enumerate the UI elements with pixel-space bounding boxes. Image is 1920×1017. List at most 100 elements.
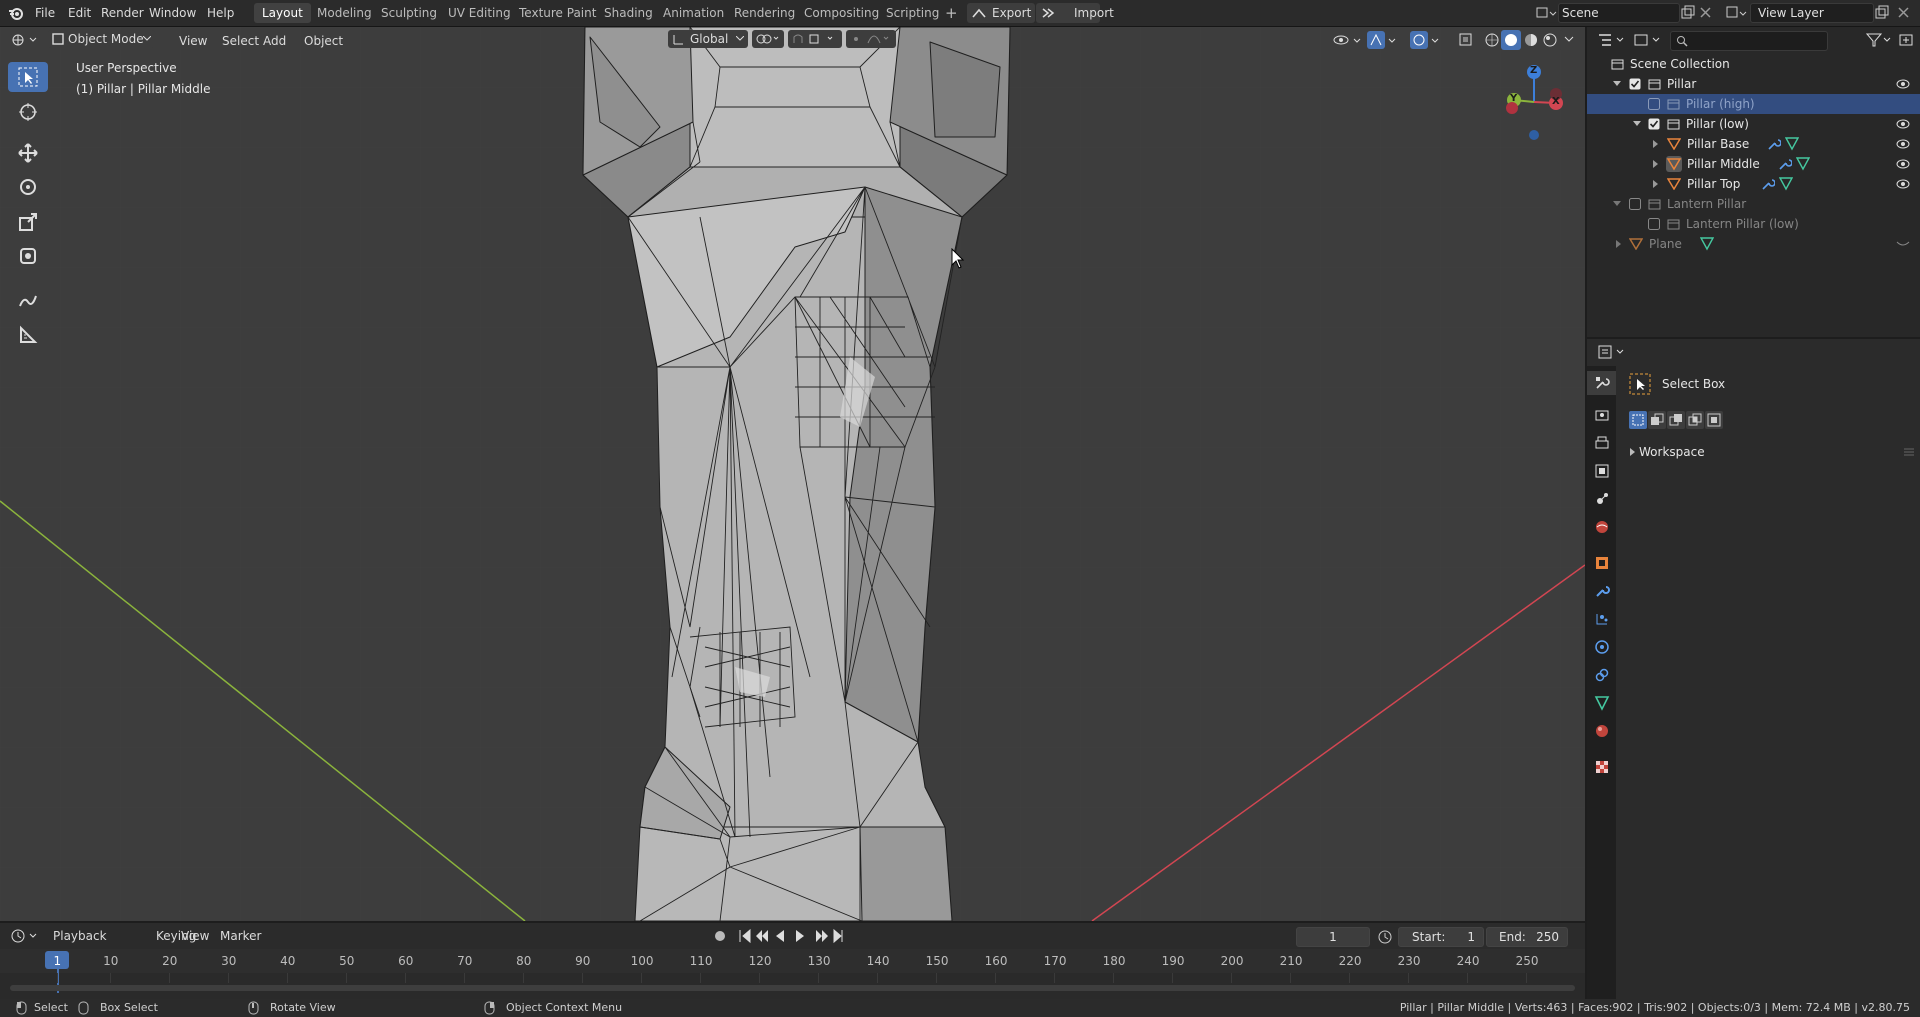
checkbox-unchecked-icon[interactable] bbox=[1629, 198, 1641, 210]
outliner-row-pillar-base[interactable]: Pillar Base bbox=[1587, 134, 1920, 154]
extend-selection-icon[interactable] bbox=[1648, 411, 1666, 429]
tab-texture-paint[interactable]: Texture Paint bbox=[511, 3, 604, 23]
output-properties-icon[interactable] bbox=[1594, 435, 1610, 451]
overlays-toggle-icon[interactable] bbox=[1410, 31, 1444, 49]
mesh-data-icon[interactable] bbox=[1779, 177, 1793, 191]
measure-tool[interactable] bbox=[8, 320, 48, 350]
texture-properties-icon[interactable] bbox=[1594, 759, 1610, 775]
snap-dropdown[interactable] bbox=[788, 30, 842, 48]
playback-controls[interactable] bbox=[738, 928, 848, 944]
properties-editor-type-icon[interactable] bbox=[1597, 344, 1627, 360]
pivot-point-dropdown[interactable] bbox=[752, 30, 784, 48]
outliner-row-pillar-low[interactable]: Pillar (low) bbox=[1587, 114, 1920, 134]
timeline-scrollbar[interactable] bbox=[10, 985, 1575, 991]
scale-tool[interactable] bbox=[8, 207, 48, 237]
expand-arrow-icon[interactable] bbox=[1613, 81, 1621, 87]
workspace-panel-header[interactable]: Workspace bbox=[1639, 445, 1705, 459]
object-mode-dropdown[interactable]: Object Mode bbox=[48, 30, 155, 48]
checkbox-checked-icon[interactable] bbox=[1648, 118, 1660, 130]
blender-logo-icon[interactable] bbox=[8, 5, 24, 21]
tab-rendering[interactable]: Rendering bbox=[726, 3, 803, 23]
tab-shading[interactable]: Shading bbox=[596, 3, 661, 23]
menu-help[interactable]: Help bbox=[201, 4, 240, 22]
checkbox-unchecked-icon[interactable] bbox=[1648, 98, 1660, 110]
tab-tool[interactable] bbox=[1587, 371, 1616, 395]
mesh-data-icon[interactable] bbox=[1700, 237, 1714, 251]
world-properties-icon[interactable] bbox=[1594, 519, 1610, 535]
expand-arrow-right-icon[interactable] bbox=[1653, 180, 1659, 188]
eye-icon[interactable] bbox=[1896, 158, 1910, 170]
viewport-menu-object[interactable]: Object bbox=[299, 32, 348, 50]
scene-properties-icon[interactable] bbox=[1594, 491, 1610, 507]
menu-file[interactable]: File bbox=[29, 4, 61, 22]
xray-toggle-icon[interactable] bbox=[1458, 31, 1474, 49]
cursor-tool[interactable] bbox=[8, 97, 48, 127]
mesh-data-icon[interactable] bbox=[1796, 157, 1810, 171]
record-icon[interactable] bbox=[712, 928, 728, 944]
shading-options-chevron-icon[interactable] bbox=[1564, 36, 1574, 44]
tab-layout[interactable]: Layout bbox=[254, 3, 311, 23]
outliner-row-lantern-pillar-low[interactable]: Lantern Pillar (low) bbox=[1587, 214, 1920, 234]
outliner-row-lantern-pillar[interactable]: Lantern Pillar bbox=[1587, 194, 1920, 214]
new-collection-icon[interactable] bbox=[1898, 32, 1914, 48]
wireframe-shading-icon[interactable] bbox=[1484, 32, 1500, 48]
delete-view-layer-icon[interactable] bbox=[1896, 5, 1912, 21]
scene-name-field[interactable]: Scene bbox=[1558, 3, 1680, 23]
viewport-3d[interactable] bbox=[0, 27, 1585, 921]
proportional-edit-dropdown[interactable] bbox=[846, 30, 896, 48]
panel-collapse-arrow-icon[interactable] bbox=[1629, 447, 1637, 457]
start-frame-field[interactable]: Start: 1 bbox=[1398, 927, 1484, 947]
export-button[interactable]: Export bbox=[967, 3, 1035, 23]
solid-shading-icon[interactable] bbox=[1501, 30, 1521, 50]
menu-window[interactable]: Window bbox=[143, 4, 202, 22]
view-layer-field[interactable]: View Layer bbox=[1750, 3, 1874, 23]
expand-arrow-right-icon[interactable] bbox=[1653, 140, 1659, 148]
display-mode-icon[interactable] bbox=[1633, 32, 1663, 48]
gizmo-toggle-icon[interactable] bbox=[1367, 31, 1401, 49]
tab-sculpting[interactable]: Sculpting bbox=[373, 3, 445, 23]
add-workspace-button[interactable]: + bbox=[937, 3, 966, 23]
viewport-menu-view[interactable]: View bbox=[174, 32, 212, 50]
timeline-editor-type-icon[interactable] bbox=[10, 928, 40, 944]
timeline-menu-playback[interactable]: Playback bbox=[48, 927, 112, 945]
outliner-search-input[interactable] bbox=[1670, 31, 1828, 51]
modifier-wrench-icon[interactable] bbox=[1778, 157, 1792, 171]
particle-properties-icon[interactable] bbox=[1594, 611, 1610, 627]
outliner-row-pillar-middle[interactable]: Pillar Middle bbox=[1587, 154, 1920, 174]
annotate-tool[interactable] bbox=[8, 285, 48, 315]
expand-arrow-icon[interactable] bbox=[1633, 121, 1641, 127]
frame-ruler[interactable]: 1 10 20 30 40 50 60 70 80 90 100 110 120 130 140 150 160… bbox=[0, 949, 1585, 973]
constraint-properties-icon[interactable] bbox=[1594, 667, 1610, 683]
hidden-eye-icon[interactable] bbox=[1896, 241, 1910, 249]
scene-icon[interactable] bbox=[1536, 5, 1558, 21]
modifier-wrench-icon[interactable] bbox=[1767, 137, 1781, 151]
viewport-menu-add[interactable]: Add bbox=[258, 32, 291, 50]
outliner-row-pillar[interactable]: Pillar bbox=[1587, 74, 1920, 94]
data-properties-icon[interactable] bbox=[1594, 695, 1610, 711]
outliner-editor-type-icon[interactable] bbox=[1597, 32, 1627, 48]
expand-arrow-right-icon[interactable] bbox=[1616, 240, 1622, 248]
menu-edit[interactable]: Edit bbox=[62, 4, 97, 22]
invert-selection-icon[interactable] bbox=[1686, 411, 1704, 429]
preview-range-icon[interactable] bbox=[1377, 928, 1393, 944]
physics-properties-icon[interactable] bbox=[1594, 639, 1610, 655]
view-layer-icon[interactable] bbox=[1726, 5, 1748, 21]
object-properties-icon[interactable] bbox=[1594, 555, 1610, 571]
checkbox-unchecked-icon[interactable] bbox=[1648, 218, 1660, 230]
delete-scene-icon[interactable] bbox=[1698, 5, 1714, 21]
filter-icon[interactable] bbox=[1866, 32, 1894, 48]
current-frame-field[interactable]: 1 bbox=[1296, 927, 1370, 947]
render-properties-icon[interactable] bbox=[1594, 407, 1610, 423]
outliner-row-scene-collection[interactable]: Scene Collection bbox=[1587, 54, 1920, 74]
eye-icon[interactable] bbox=[1896, 118, 1910, 130]
import-button[interactable]: Import bbox=[1036, 3, 1114, 23]
tab-modeling[interactable]: Modeling bbox=[309, 3, 380, 23]
mesh-data-icon[interactable] bbox=[1785, 137, 1799, 151]
eye-icon[interactable] bbox=[1896, 178, 1910, 190]
new-scene-icon[interactable] bbox=[1680, 5, 1696, 21]
rotate-tool[interactable] bbox=[8, 172, 48, 202]
viewport-menu-select[interactable]: Select bbox=[217, 32, 264, 50]
transform-orientation-dropdown[interactable]: Global bbox=[668, 30, 748, 48]
panel-drag-handle-icon[interactable] bbox=[1904, 448, 1914, 456]
end-frame-field[interactable]: End: 250 bbox=[1486, 927, 1568, 947]
